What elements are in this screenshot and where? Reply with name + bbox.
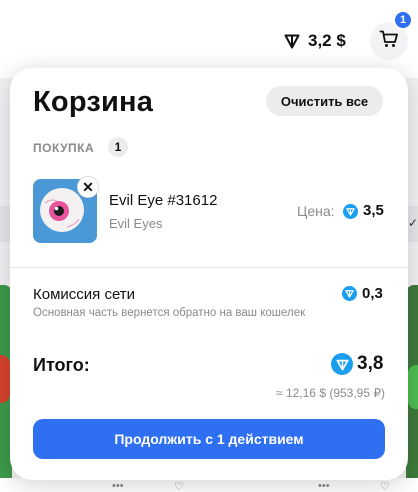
item-price-label: Цена: — [297, 203, 335, 219]
close-icon: ✕ — [82, 178, 94, 195]
top-bar: 3,2 $ 1 — [0, 0, 418, 78]
total-fiat-equivalent: ≈ 12,16 $ (953,95 ₽) — [276, 386, 385, 400]
total-value: 3,8 — [357, 353, 384, 374]
item-price: 3,5 — [363, 202, 384, 219]
purchase-section-label: ПОКУПКА — [33, 141, 95, 155]
network-fee-label: Комиссия сети — [33, 286, 136, 303]
item-collection: Evil Eyes — [109, 216, 163, 231]
wallet-balance[interactable]: 3,2 $ — [284, 28, 346, 54]
purchase-count-badge: 1 — [108, 137, 128, 157]
heart-icon: ♡ — [174, 481, 184, 492]
checkmark-icon: ✓ — [408, 216, 418, 230]
cart-count-badge: 1 — [393, 10, 413, 30]
ton-diamond-icon — [342, 286, 357, 301]
heart-icon: ♡ — [380, 481, 390, 492]
total-label: Итого: — [33, 355, 90, 375]
ton-diamond-icon — [343, 204, 358, 219]
network-fee-note: Основная часть вернется обратно на ваш к… — [33, 307, 306, 319]
clear-all-button[interactable]: Очистить все — [266, 86, 383, 116]
remove-item-button[interactable]: ✕ — [77, 176, 99, 198]
balance-amount: 3,2 $ — [308, 31, 346, 50]
item-name: Evil Eye #31612 — [109, 192, 218, 209]
shopping-cart-icon — [379, 29, 399, 54]
continue-button[interactable]: Продолжить с 1 действием — [33, 419, 385, 459]
background-card-footer: ••• ♡ ••• ♡ — [0, 478, 418, 492]
ton-diamond-icon — [331, 353, 353, 375]
more-icon: ••• — [318, 480, 330, 492]
divider — [10, 267, 408, 268]
network-fee-value: 0,3 — [362, 285, 383, 302]
cart-popup: Корзина Очистить все ПОКУПКА 1 ✕ Evil Ey… — [10, 68, 408, 480]
more-icon: ••• — [112, 480, 124, 492]
ton-diamond-icon — [284, 33, 300, 49]
cart-title: Корзина — [33, 86, 154, 118]
